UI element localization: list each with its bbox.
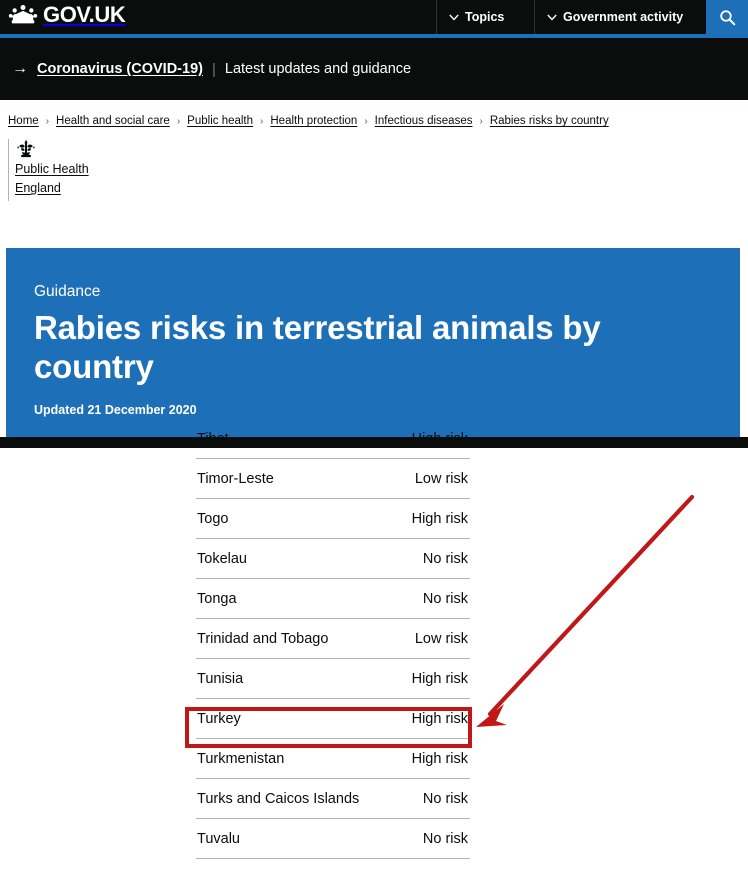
table-row[interactable]: Turks and Caicos Islands No risk [196,779,470,819]
table-row[interactable]: Tonga No risk [196,579,470,619]
breadcrumb-item-health-protection[interactable]: Health protection [270,115,357,127]
table-cell-country: Tokelau [197,550,247,567]
table-row-turkey[interactable]: Turkey High risk [196,699,470,739]
page-title: Rabies risks in terrestrial animals by c… [34,309,601,385]
breadcrumb-item-health-and-social-care[interactable]: Health and social care [56,115,170,127]
breadcrumb-item-public-health[interactable]: Public health [187,115,253,127]
covid-banner: → Coronavirus (COVID-19) | Latest update… [0,38,748,100]
page-hero-banner: Guidance Rabies risks in terrestrial ani… [6,248,740,437]
table-cell-country: Tunisia [197,670,244,687]
table-cell-country: Turkmenistan [197,750,285,767]
table-cell-country: Tonga [197,590,237,607]
breadcrumb-item-infectious-diseases[interactable]: Infectious diseases [375,115,473,127]
breadcrumb-separator-icon: › [176,115,181,127]
table-row[interactable]: Trinidad and Tobago Low risk [196,619,470,659]
breadcrumb-separator-icon: › [479,115,483,127]
chevron-down-icon [547,14,557,21]
organisation-name-line-2: England [15,181,61,195]
breadcrumb: Home › Health and social care › Public h… [8,112,728,130]
table-cell-country: Timor-Leste [197,470,274,487]
table-cell-risk: High risk [411,750,468,767]
table-cell-country: Turkey [197,710,241,727]
organisation-name-line-1: Public Health [15,162,89,176]
rabies-risk-table: Tibet High risk Timor-Leste Low risk Tog… [196,419,470,859]
table-cell-country: Turks and Caicos Islands [197,790,360,807]
table-row[interactable]: Tokelau No risk [196,539,470,579]
breadcrumb-item-home[interactable]: Home [8,115,39,127]
table-cell-risk: No risk [422,790,468,807]
covid-banner-subtitle: Latest updates and guidance [224,61,412,77]
nav-item-government-activity-label: Government activity [563,10,684,24]
table-cell-country: Togo [197,510,229,527]
table-row[interactable]: Tuvalu No risk [196,819,470,859]
breadcrumb-separator-icon: › [364,115,368,127]
table-cell-risk: No risk [422,830,468,847]
nav-item-government-activity[interactable]: Government activity [534,0,695,34]
last-updated-label: Updated 21 December 2020 [34,403,197,417]
govuk-header: GOV.UK Topics Government activity [0,0,748,38]
right-arrow-icon: → [12,60,28,77]
annotation-arrow-icon [476,494,695,727]
crown-icon [8,4,38,26]
table-row[interactable]: Timor-Leste Low risk [196,459,470,499]
table-row[interactable]: Turkmenistan High risk [196,739,470,779]
govuk-logo-text: GOV.UK [43,2,126,27]
document-type-label: Guidance [34,283,101,300]
search-button[interactable] [706,0,748,34]
table-cell-country: Trinidad and Tobago [197,630,329,647]
organisation-logo[interactable]: Public Health England [8,139,208,201]
royal-crest-icon [15,139,208,158]
govuk-logo-link[interactable]: GOV.UK [8,2,126,27]
nav-item-topics[interactable]: Topics [436,0,516,34]
nav-item-topics-label: Topics [465,10,505,24]
breadcrumb-separator-icon: › [45,115,50,127]
breadcrumb-item-rabies-risks-by-country[interactable]: Rabies risks by country [490,115,609,127]
table-cell-country: Tuvalu [197,830,240,847]
covid-banner-link[interactable]: Coronavirus (COVID-19) [37,61,203,77]
covid-banner-separator: | [211,60,216,78]
search-icon [719,9,736,26]
table-row[interactable]: Tunisia High risk [196,659,470,699]
chevron-down-icon [449,14,459,21]
breadcrumb-separator-icon: › [260,115,264,127]
screenshot-splice-strip [0,437,748,448]
table-row[interactable]: Togo High risk [196,499,470,539]
